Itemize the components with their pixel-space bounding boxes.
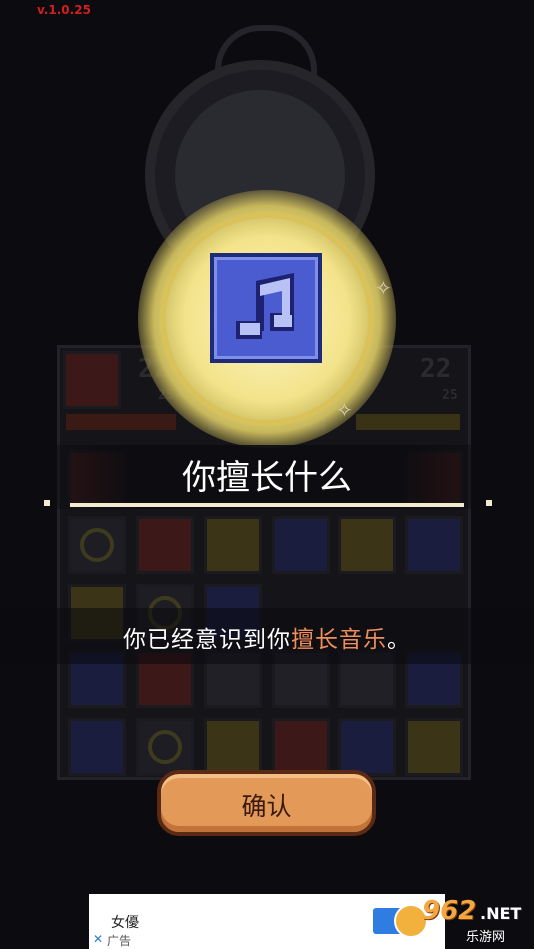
message-suffix: 。 bbox=[387, 627, 411, 653]
tile bbox=[338, 516, 396, 574]
sparkle-icon: ✧ bbox=[375, 276, 392, 300]
clock-tile bbox=[68, 516, 126, 574]
tile bbox=[272, 718, 330, 776]
tile bbox=[68, 718, 126, 776]
ad-advertiser: 女優 bbox=[111, 915, 139, 931]
confirm-button[interactable]: 确认 bbox=[157, 770, 376, 836]
message-prefix: 你已经意识到你 bbox=[123, 627, 291, 653]
tile bbox=[63, 351, 121, 409]
tile bbox=[272, 516, 330, 574]
tile bbox=[405, 516, 463, 574]
tile bbox=[338, 718, 396, 776]
watermark-number: 962 bbox=[422, 896, 477, 926]
health-bar-left bbox=[66, 414, 176, 430]
title-underline bbox=[70, 503, 464, 507]
title-underline-dot bbox=[44, 500, 50, 506]
watermark-cn: 乐游网 bbox=[466, 930, 506, 945]
tile bbox=[136, 516, 194, 574]
tile bbox=[405, 718, 463, 776]
watermark-suffix: .NET bbox=[480, 904, 522, 923]
tile bbox=[204, 516, 262, 574]
popup-message: 你已经意识到你擅长音乐。 bbox=[0, 620, 534, 654]
popup-title: 你擅长什么 bbox=[182, 458, 352, 498]
version-label: v.1.0.25 bbox=[37, 3, 91, 17]
confirm-button-label: 确认 bbox=[241, 792, 292, 821]
game-screen: v.1.0.25 22 25 22 25 bbox=[0, 0, 534, 880]
score-right: 22 bbox=[420, 354, 452, 384]
clock-tile bbox=[136, 718, 194, 776]
title-underline-dot bbox=[486, 500, 492, 506]
tile bbox=[204, 718, 262, 776]
sparkle-icon: ✧ bbox=[336, 398, 353, 422]
watermark: 962 .NET 乐游网 bbox=[392, 896, 528, 946]
ad-label: 广告 bbox=[107, 934, 132, 948]
score-right-sub: 25 bbox=[442, 388, 458, 403]
health-bar-right bbox=[356, 414, 460, 430]
message-highlight: 擅长音乐 bbox=[291, 627, 387, 653]
music-note-icon bbox=[210, 253, 322, 363]
ad-close-icon[interactable]: ✕ bbox=[93, 932, 103, 946]
